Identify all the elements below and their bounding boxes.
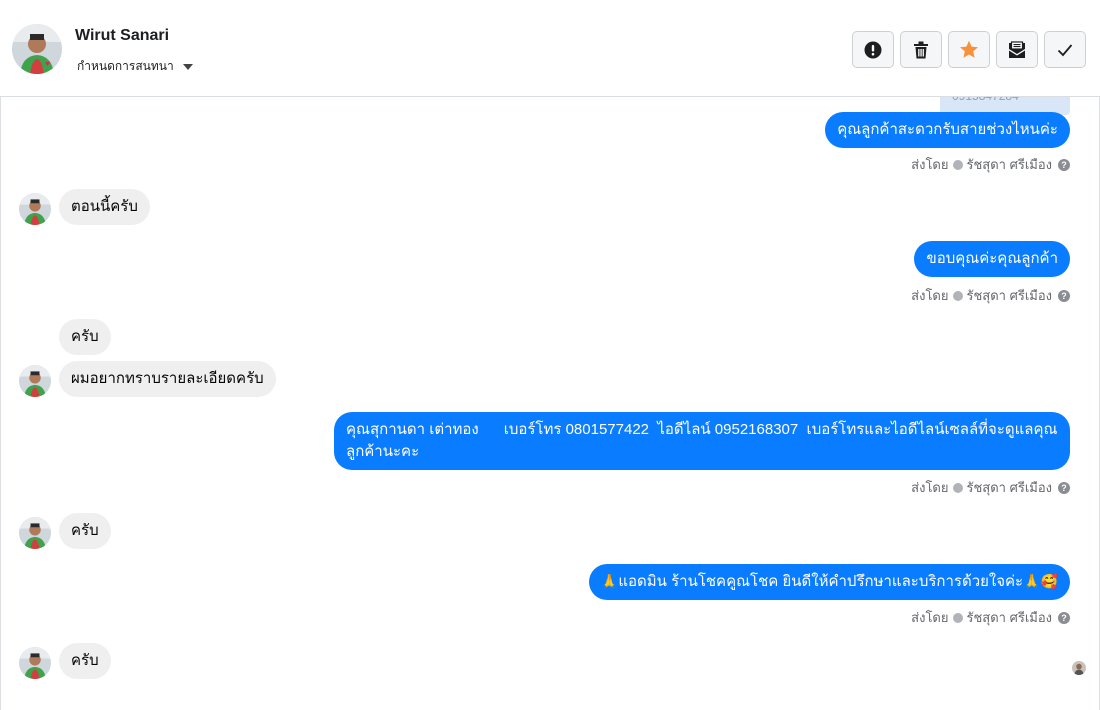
done-button[interactable] xyxy=(1044,31,1086,68)
outgoing-message[interactable]: คุณลูกค้าสะดวกรับสายช่วงไหนค่ะ xyxy=(825,112,1070,148)
incoming-message[interactable]: ผมอยากทราบรายละเอียดครับ xyxy=(19,361,276,397)
message-bubble: ครับ xyxy=(59,643,111,679)
sent-by-label: ส่งโดย xyxy=(911,480,949,495)
agent-name[interactable]: รัชสุดา ศรีเมือง xyxy=(967,607,1053,628)
smiling-hearts-emoji: 🥰 xyxy=(1040,574,1058,590)
message-bubble: คุณลูกค้าสะดวกรับสายช่วงไหนค่ะ xyxy=(825,112,1070,148)
message-bubble: ขอบคุณค่ะคุณลูกค้า xyxy=(914,241,1070,277)
sent-by-line: ส่งโดย รัชสุดา ศรีเมือง ? xyxy=(911,285,1070,306)
agent-badge-icon xyxy=(952,482,963,493)
star-icon xyxy=(960,40,978,58)
contact-avatar-small xyxy=(19,193,51,225)
help-icon[interactable]: ? xyxy=(1058,611,1070,624)
mark-unread-button[interactable] xyxy=(996,31,1038,68)
help-icon[interactable]: ? xyxy=(1058,289,1070,302)
contact-avatar[interactable] xyxy=(12,24,62,74)
agent-name[interactable]: รัชสุดา ศรีเมือง xyxy=(967,477,1053,498)
outgoing-message[interactable]: 🙏แอดมิน ร้านโชคคูณโชค ยินดีให้คำปรึกษาแล… xyxy=(588,564,1070,600)
sent-by-label: ส่งโดย xyxy=(911,157,949,172)
message-bubble: ครับ xyxy=(59,513,111,549)
agent-badge-icon xyxy=(952,612,963,623)
assign-conversation-dropdown[interactable]: กำหนดการสนทนา xyxy=(77,57,193,76)
message-thread[interactable]: 0915847284 คุณลูกค้าสะดวกรับสายช่วงไหนค่… xyxy=(0,97,1100,710)
alert-icon xyxy=(864,41,882,58)
agent-name[interactable]: รัชสุดา ศรีเมือง xyxy=(967,285,1053,306)
trash-icon xyxy=(914,41,928,58)
outgoing-message[interactable]: คุณสุกานดา เต่าทอง เบอร์โทร 0801577422 ไ… xyxy=(334,412,1070,470)
pray-emoji: 🙏 xyxy=(600,574,619,590)
message-bubble: ผมอยากทราบรายละเอียดครับ xyxy=(59,361,276,397)
check-icon xyxy=(1057,43,1073,56)
sent-by-line: ส่งโดย รัชสุดา ศรีเมือง ? xyxy=(911,607,1070,628)
sent-by-line: ส่งโดย รัชสุดา ศรีเมือง ? xyxy=(911,154,1070,175)
sent-by-line: ส่งโดย รัชสุดา ศรีเมือง ? xyxy=(911,477,1070,498)
sent-by-label: ส่งโดย xyxy=(911,288,949,303)
message-text: แอดมิน ร้านโชคคูณโชค ยินดีให้คำปรึกษาและ… xyxy=(618,573,1024,590)
message-bubble: คุณสุกานดา เต่าทอง เบอร์โทร 0801577422 ไ… xyxy=(334,412,1070,470)
outgoing-message[interactable]: ขอบคุณค่ะคุณลูกค้า xyxy=(914,241,1070,277)
contact-name: Wirut Sanari xyxy=(75,27,170,44)
message-bubble[interactable]: ครับ xyxy=(59,319,111,355)
seen-indicator-avatar xyxy=(1072,661,1086,675)
delete-button[interactable] xyxy=(900,31,942,68)
contact-avatar-small xyxy=(19,517,51,549)
sent-by-label: ส่งโดย xyxy=(911,610,949,625)
help-icon[interactable]: ? xyxy=(1058,158,1070,171)
conversation-header: Wirut Sanari กำหนดการสนทนา xyxy=(0,0,1100,97)
help-icon[interactable]: ? xyxy=(1058,481,1070,494)
message-bubble: ตอนนี้ครับ xyxy=(59,189,150,225)
incoming-message[interactable]: ตอนนี้ครับ xyxy=(19,189,150,225)
caret-down-icon xyxy=(182,63,193,70)
agent-badge-icon xyxy=(952,290,963,301)
pray-emoji: 🙏 xyxy=(1023,574,1041,590)
conversation-actions xyxy=(852,31,1086,68)
contact-avatar-small xyxy=(19,365,51,397)
spam-button[interactable] xyxy=(852,31,894,68)
contact-avatar-small xyxy=(19,647,51,679)
incoming-message[interactable]: ครับ xyxy=(19,513,111,549)
incoming-message[interactable]: ครับ xyxy=(19,643,111,679)
assign-label: กำหนดการสนทนา xyxy=(77,59,174,73)
agent-name[interactable]: รัชสุดา ศรีเมือง xyxy=(967,154,1053,175)
star-button[interactable] xyxy=(948,31,990,68)
message-bubble: 🙏แอดมิน ร้านโชคคูณโชค ยินดีให้คำปรึกษาแล… xyxy=(588,564,1070,600)
envelope-icon xyxy=(1009,40,1025,58)
agent-badge-icon xyxy=(952,159,963,170)
